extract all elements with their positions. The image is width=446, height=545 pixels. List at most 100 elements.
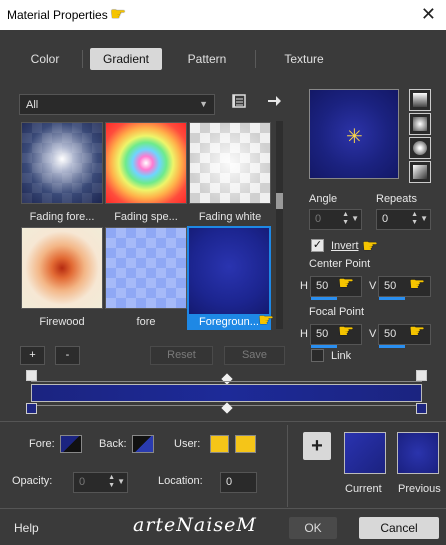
repeats-input[interactable]: 0 ▲ ▼ ▼: [376, 209, 431, 230]
watermark-signature: arteNaiseM: [133, 514, 257, 536]
top-stop-left[interactable]: [26, 370, 37, 381]
chevron-down-icon[interactable]: ▼: [420, 214, 428, 223]
center-h-slider[interactable]: [311, 297, 337, 300]
previous-label: Previous: [398, 483, 441, 495]
location-label: Location:: [158, 475, 203, 487]
sunburst-style-icon: [413, 141, 427, 155]
fore-swatch[interactable]: [60, 435, 82, 453]
add-gradient-button[interactable]: +: [20, 346, 45, 365]
back-swatch[interactable]: [132, 435, 154, 453]
current-label: Current: [345, 483, 382, 495]
top-stop-right[interactable]: [416, 370, 427, 381]
title-bar: Material Properties ☛ ✕: [0, 0, 446, 30]
tab-separator: [82, 50, 83, 68]
linear-style-button[interactable]: [409, 89, 431, 111]
center-v-label: V: [369, 280, 377, 292]
gradient-thumb-foreground-selected[interactable]: [187, 226, 271, 316]
fore-label: Fore:: [29, 438, 55, 450]
tab-texture[interactable]: Texture: [270, 48, 338, 70]
spinner-arrows-icon[interactable]: ▲ ▼: [342, 211, 349, 227]
pointing-hand-icon: ☛: [362, 236, 379, 256]
focal-h-value: 50: [316, 328, 329, 340]
category-dropdown[interactable]: All ▼: [19, 94, 215, 115]
link-label: Link: [331, 350, 352, 362]
gradient-preview[interactable]: ✳: [309, 89, 399, 179]
ok-button[interactable]: OK: [289, 517, 337, 539]
rectangular-style-icon: [413, 117, 427, 131]
gradient-thumb-label: Fading white: [198, 211, 262, 223]
location-input[interactable]: 0: [220, 472, 257, 493]
focal-h-slider[interactable]: [311, 345, 337, 348]
gradient-bar[interactable]: [31, 384, 422, 402]
reset-button[interactable]: Reset: [150, 346, 213, 365]
user-swatch-2[interactable]: [235, 435, 256, 453]
help-link[interactable]: Help: [14, 521, 39, 535]
tab-gradient[interactable]: Gradient: [90, 48, 162, 70]
angle-label: Angle: [309, 193, 338, 205]
gradient-thumb-label: Fading spe...: [114, 211, 178, 223]
sparkle-icon: ✳: [346, 126, 363, 148]
bottom-stop-right[interactable]: [416, 403, 427, 414]
gradient-thumb-fading-spectrum[interactable]: [105, 122, 187, 204]
separator: [0, 508, 446, 509]
close-icon[interactable]: ✕: [421, 4, 436, 24]
sunburst-style-button[interactable]: [409, 137, 431, 159]
link-checkbox[interactable]: [311, 349, 324, 362]
spinner-arrows-icon[interactable]: ▲ ▼: [411, 211, 418, 227]
opacity-input[interactable]: 0 ▲ ▼ ▼: [73, 472, 128, 493]
invert-checkbox[interactable]: ✓: [311, 239, 324, 252]
center-h-value: 50: [316, 280, 329, 292]
previous-swatch[interactable]: [397, 432, 439, 474]
scrollbar-thumb[interactable]: [276, 193, 283, 209]
save-button[interactable]: Save: [224, 346, 285, 365]
chevron-down-icon: ▼: [199, 99, 208, 109]
back-label: Back:: [99, 438, 127, 450]
gradient-thumb-label: Firewood: [39, 316, 85, 328]
focal-h-input[interactable]: 50: [310, 324, 362, 348]
rectangular-style-button[interactable]: [409, 113, 431, 135]
center-v-value: 50: [384, 280, 397, 292]
opacity-label: Opacity:: [12, 475, 53, 487]
cancel-button[interactable]: Cancel: [359, 517, 439, 539]
add-to-swatches-button[interactable]: +: [303, 432, 331, 460]
focal-v-slider[interactable]: [379, 345, 405, 348]
spinner-arrows-icon[interactable]: ▲ ▼: [108, 474, 115, 490]
window-title: Material Properties: [7, 8, 108, 22]
gradient-thumb-firewood[interactable]: [21, 227, 103, 309]
focal-v-value: 50: [384, 328, 397, 340]
arrow-right-icon[interactable]: [266, 93, 282, 112]
focal-h-label: H: [300, 328, 308, 340]
center-h-label: H: [300, 280, 308, 292]
radial-style-button[interactable]: [409, 161, 431, 183]
opacity-track: [31, 381, 422, 382]
tab-color[interactable]: Color: [20, 48, 70, 70]
gradient-list-scrollbar[interactable]: [276, 121, 283, 329]
opacity-value: 0: [79, 476, 86, 488]
book-icon[interactable]: [231, 93, 247, 112]
gradient-thumb-label: Fading fore...: [29, 211, 95, 223]
current-swatch[interactable]: [344, 432, 386, 474]
angle-input[interactable]: 0 ▲ ▼ ▼: [309, 209, 362, 230]
focal-point-label: Focal Point: [309, 306, 365, 318]
separator: [0, 421, 446, 422]
repeats-label: Repeats: [376, 193, 417, 205]
pointing-hand-icon: ☛: [338, 321, 355, 341]
focal-v-label: V: [369, 328, 377, 340]
user-label: User:: [174, 438, 201, 450]
user-swatch-1[interactable]: [210, 435, 229, 453]
center-h-input[interactable]: 50: [310, 276, 362, 300]
gradient-thumb-fore[interactable]: [105, 227, 187, 309]
chevron-down-icon[interactable]: ▼: [117, 477, 125, 486]
chevron-down-icon[interactable]: ▼: [351, 214, 359, 223]
remove-gradient-button[interactable]: -: [55, 346, 80, 365]
center-v-slider[interactable]: [379, 297, 405, 300]
bottom-stop-left[interactable]: [26, 403, 37, 414]
tab-pattern[interactable]: Pattern: [176, 48, 238, 70]
gradient-thumb-fading-white[interactable]: [189, 122, 271, 204]
pointing-hand-icon: ☛: [110, 4, 127, 24]
center-point-label: Center Point: [309, 258, 371, 270]
repeats-value: 0: [382, 213, 389, 225]
gradient-thumb-fading-foreground[interactable]: [21, 122, 103, 204]
category-dropdown-value: All: [26, 99, 39, 111]
pointing-hand-icon: ☛: [409, 321, 426, 341]
